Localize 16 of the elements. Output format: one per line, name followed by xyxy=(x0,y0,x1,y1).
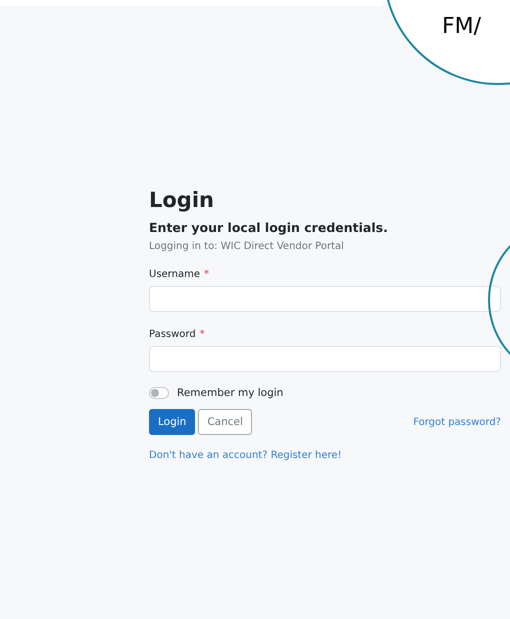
remember-label: Remember my login xyxy=(177,387,284,399)
cancel-button[interactable]: Cancel xyxy=(198,409,252,435)
forgot-password-link[interactable]: Forgot password? xyxy=(413,416,501,428)
input-field[interactable] xyxy=(149,286,501,312)
callout-text: FM/ xyxy=(442,14,482,39)
required-mark: * xyxy=(204,269,209,280)
login-subtitle: Enter your local login credentials. xyxy=(149,220,389,235)
login-context-text: Logging in to: WIC Direct Vendor Portal xyxy=(149,241,345,252)
field-label: Password xyxy=(149,329,196,340)
remember-toggle[interactable] xyxy=(149,387,169,399)
input-field[interactable] xyxy=(149,346,501,372)
field-label: Username xyxy=(149,269,200,280)
register-link[interactable]: Don't have an account? Register here! xyxy=(149,450,342,461)
login-button[interactable]: Login xyxy=(149,409,196,435)
login-title: Login xyxy=(149,187,215,214)
required-mark: * xyxy=(200,329,205,340)
